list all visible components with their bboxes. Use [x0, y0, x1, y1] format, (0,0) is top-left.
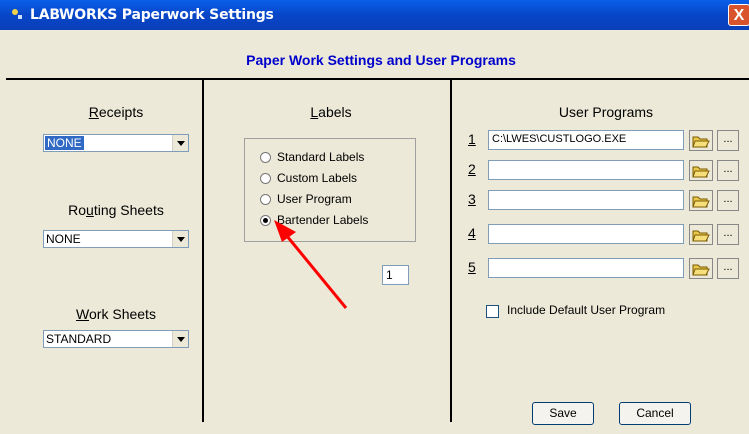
folder-open-icon — [692, 196, 710, 208]
title-bar: LABWORKS Paperwork Settings X — [0, 0, 749, 30]
labels-title: Labels — [310, 104, 352, 120]
radio-icon[interactable] — [260, 194, 271, 205]
browse-folder-button[interactable] — [689, 190, 713, 211]
ellipsis-button[interactable]: ... — [717, 190, 739, 211]
include-default-checkbox[interactable] — [486, 305, 499, 318]
header-title: Paper Work Settings and User Programs — [246, 52, 516, 68]
row-number: 2 — [468, 161, 476, 177]
receipts-value: NONE — [45, 136, 84, 150]
routing-sheets-dropdown[interactable]: NONE — [43, 230, 189, 248]
header: Paper Work Settings and User Programs — [6, 42, 749, 80]
divider-left — [202, 78, 204, 422]
row-number: 5 — [468, 259, 476, 275]
browse-folder-button[interactable] — [689, 258, 713, 279]
user-program-input[interactable] — [488, 160, 684, 180]
arrow-head — [274, 220, 296, 242]
radio-label: Custom Labels — [277, 171, 358, 185]
radio-icon[interactable] — [260, 152, 271, 163]
ellipsis-button[interactable]: ... — [717, 130, 739, 151]
save-label: Save — [549, 406, 577, 420]
radio-label: Standard Labels — [277, 150, 365, 164]
chevron-down-icon[interactable] — [172, 331, 188, 347]
user-program-input[interactable] — [488, 190, 684, 210]
include-default-label: Include Default User Program — [507, 303, 666, 317]
user-program-input[interactable] — [488, 258, 684, 278]
ellipsis-button[interactable]: ... — [717, 160, 739, 181]
arrow-shaft — [280, 229, 348, 309]
folder-open-icon — [692, 166, 710, 178]
app-icon — [12, 9, 22, 19]
user-program-input[interactable]: C:\LWES\CUSTLOGO.EXE — [488, 130, 684, 150]
copies-value: 1 — [386, 268, 393, 282]
cancel-button[interactable]: Cancel — [619, 402, 691, 425]
row-number: 1 — [468, 131, 476, 147]
dialog-body: Paper Work Settings and User Programs Re… — [6, 30, 749, 434]
browse-folder-button[interactable] — [689, 160, 713, 181]
copies-input[interactable]: 1 — [382, 265, 409, 285]
folder-open-icon — [692, 136, 710, 148]
user-program-input[interactable] — [488, 224, 684, 244]
chevron-down-icon[interactable] — [172, 135, 188, 151]
row-number: 3 — [468, 191, 476, 207]
divider-right — [450, 78, 452, 422]
receipts-dropdown[interactable]: NONE — [43, 134, 189, 152]
work-sheets-label: Work Sheets — [76, 306, 156, 322]
row-number: 4 — [468, 225, 476, 241]
browse-folder-button[interactable] — [689, 224, 713, 245]
folder-open-icon — [692, 230, 710, 242]
folder-open-icon — [692, 264, 710, 276]
window-title: LABWORKS Paperwork Settings — [30, 7, 274, 23]
routing-sheets-value: NONE — [46, 232, 81, 246]
radio-label: User Program — [277, 192, 352, 206]
chevron-down-icon[interactable] — [172, 231, 188, 247]
save-button[interactable]: Save — [532, 402, 594, 425]
work-sheets-value: STANDARD — [46, 332, 112, 346]
browse-folder-button[interactable] — [689, 130, 713, 151]
close-button[interactable]: X — [728, 4, 749, 26]
work-sheets-dropdown[interactable]: STANDARD — [43, 330, 189, 348]
ellipsis-button[interactable]: ... — [717, 258, 739, 279]
cancel-label: Cancel — [636, 406, 674, 420]
receipts-label: Receipts — [88, 104, 144, 120]
annotation-arrow — [274, 220, 348, 309]
ellipsis-button[interactable]: ... — [717, 224, 739, 245]
routing-sheets-label: Routing Sheets — [68, 202, 164, 218]
radio-icon[interactable] — [260, 173, 271, 184]
user-programs-title: User Programs — [558, 104, 654, 120]
